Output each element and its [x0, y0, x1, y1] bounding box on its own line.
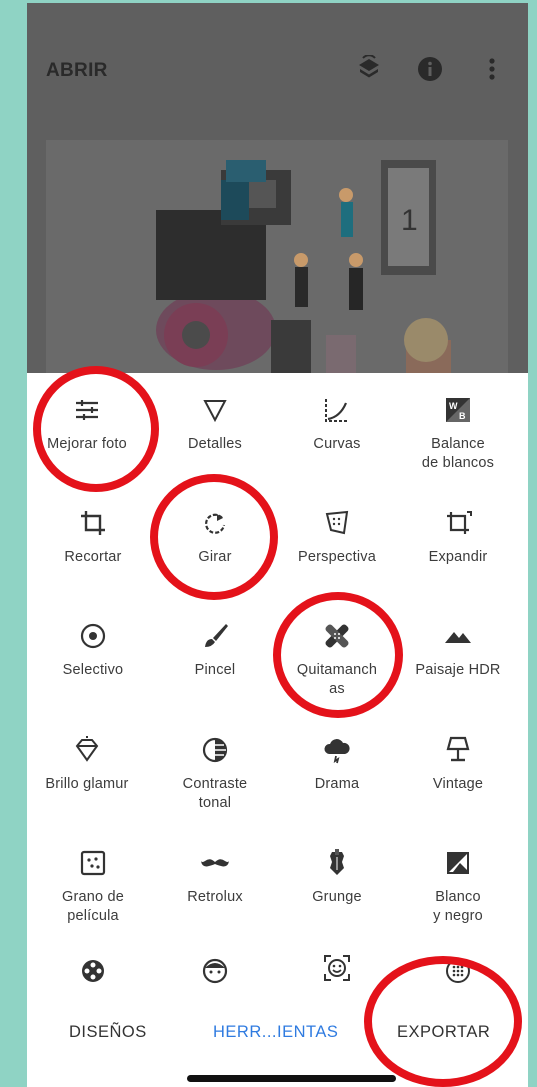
cloud-icon	[324, 739, 350, 764]
open-button[interactable]: ABRIR	[46, 60, 108, 82]
cinema-illustration: 1	[156, 160, 451, 373]
face-detect-icon	[324, 955, 350, 981]
tool-label: Blanco y negro	[433, 889, 483, 924]
tool-label: Recortar	[64, 549, 122, 565]
tool-grano-pelicula[interactable]: Grano de película	[33, 848, 153, 926]
target-icon	[80, 623, 106, 649]
tool-label: Mejorar foto	[47, 436, 127, 452]
tool-label: Girar	[198, 549, 232, 565]
home-indicator	[187, 1075, 396, 1082]
tool-label: Vintage	[432, 776, 484, 792]
bottom-tab-bar: DISEÑOS HERR...IENTAS EXPORTAR	[27, 985, 528, 1087]
tool-label: Pincel	[194, 662, 236, 678]
tool-label: Selectivo	[62, 662, 124, 678]
phone-screen: ABRIR 1 Mejorar foto Detalles Curvas W B…	[27, 3, 528, 1087]
tool-blanco-negro[interactable]: Blanco y negro	[398, 848, 518, 926]
white-balance-icon: W B	[446, 398, 470, 422]
rotate-icon	[204, 513, 226, 534]
dots-circle-icon	[446, 959, 470, 983]
tool-label: Grano de película	[61, 889, 125, 924]
tool-quitamanchas[interactable]: Quitamanch as	[277, 621, 397, 699]
tool-label: Balance de blancos	[421, 436, 495, 471]
tab-export[interactable]: EXPORTAR	[397, 1023, 490, 1042]
tool-label: Grunge	[312, 889, 362, 905]
bw-icon	[447, 852, 469, 874]
tool-curvas[interactable]: Curvas	[277, 395, 397, 454]
tool-label: Contraste tonal	[182, 776, 248, 811]
lamp-icon	[446, 736, 470, 762]
curves-icon	[325, 399, 348, 422]
photo-area: ABRIR 1	[27, 3, 528, 373]
grain-icon	[80, 850, 106, 876]
tool-label: Detalles	[188, 436, 242, 452]
tool-label: Quitamanch as	[296, 662, 378, 697]
tool-recortar[interactable]: Recortar	[33, 508, 153, 567]
expand-icon	[447, 511, 472, 534]
photo-preview: 1	[46, 140, 508, 373]
tool-pincel[interactable]: Pincel	[155, 621, 275, 680]
tool-detalles[interactable]: Detalles	[155, 395, 275, 454]
tool-label: Expandir	[428, 549, 488, 565]
bandage-icon	[325, 624, 349, 648]
tool-dots-circle[interactable]	[398, 956, 518, 985]
info-icon[interactable]	[416, 55, 444, 83]
tool-retrolux[interactable]: Retrolux	[155, 848, 275, 907]
tool-selectivo[interactable]: Selectivo	[33, 621, 153, 680]
tool-contraste-tonal[interactable]: Contraste tonal	[155, 735, 275, 813]
svg-text:W: W	[449, 401, 458, 411]
contrast-icon	[202, 737, 228, 763]
tab-tools[interactable]: HERR...IENTAS	[213, 1023, 338, 1042]
crop-icon	[81, 511, 105, 535]
tool-label: Paisaje HDR	[415, 662, 501, 678]
tool-expandir[interactable]: Expandir	[398, 508, 518, 567]
tool-balance-blancos[interactable]: W B Balance de blancos	[398, 395, 518, 473]
tool-girar[interactable]: Girar	[155, 508, 275, 567]
tool-label: Perspectiva	[298, 549, 376, 565]
face-icon	[202, 958, 228, 984]
tool-mejorar-foto[interactable]: Mejorar foto	[27, 395, 147, 454]
tool-label: Drama	[314, 776, 360, 792]
svg-text:1: 1	[401, 204, 418, 237]
more-vert-icon[interactable]	[478, 55, 506, 83]
diamond-icon	[75, 736, 99, 762]
tool-grunge[interactable]: Grunge	[277, 848, 397, 907]
tool-drama[interactable]: Drama	[277, 735, 397, 794]
tool-label: Retrolux	[187, 889, 243, 905]
tool-film-reel[interactable]	[33, 956, 153, 985]
film-reel-icon	[82, 960, 104, 982]
tab-designs[interactable]: DISEÑOS	[69, 1023, 147, 1042]
svg-text:B: B	[459, 411, 466, 421]
tool-face[interactable]	[155, 956, 275, 985]
tool-perspectiva[interactable]: Perspectiva	[277, 508, 397, 567]
tool-face-detect[interactable]	[277, 953, 397, 985]
tool-brillo-glamur[interactable]: Brillo glamur	[27, 735, 147, 794]
layers-sync-icon[interactable]	[355, 55, 383, 83]
top-bar: ABRIR	[27, 3, 528, 137]
mustache-icon	[201, 859, 229, 867]
mountains-icon	[445, 632, 471, 643]
tools-grid: Mejorar foto Detalles Curvas W B Balance…	[27, 373, 528, 985]
tool-vintage[interactable]: Vintage	[398, 735, 518, 794]
tool-label: Brillo glamur	[45, 776, 129, 792]
tune-sliders-icon	[76, 400, 98, 420]
guitar-icon	[330, 849, 344, 875]
triangle-down-icon	[203, 400, 227, 423]
brush-icon	[205, 624, 228, 647]
perspective-icon	[325, 510, 349, 535]
tool-label: Curvas	[313, 436, 361, 452]
tool-paisaje-hdr[interactable]: Paisaje HDR	[398, 621, 518, 680]
